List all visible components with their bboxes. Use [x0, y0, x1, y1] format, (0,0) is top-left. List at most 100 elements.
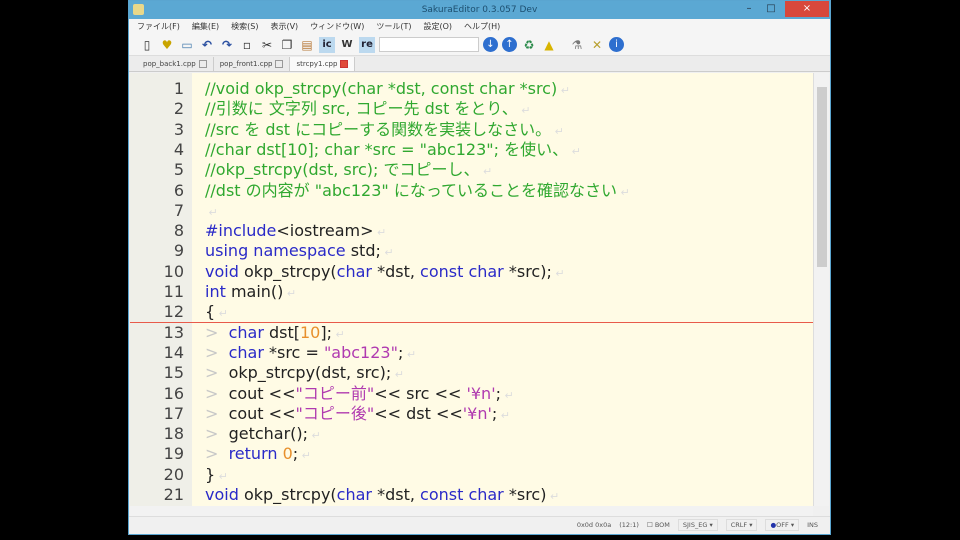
code-line[interactable]: 9 using namespace std; ↵	[130, 241, 813, 261]
token-plain: }	[205, 464, 216, 484]
eol-select[interactable]: CRLF ▾	[725, 519, 758, 531]
code-line[interactable]: 8 #include<iostream> ↵	[130, 221, 813, 241]
menu-file[interactable]: ファイル(F)	[137, 19, 180, 34]
line-number: 9	[173, 241, 184, 261]
search-input[interactable]	[379, 37, 479, 52]
code-line[interactable]: 14 > char *src = "abc123"; ↵	[130, 343, 813, 363]
token-kw: void	[205, 485, 239, 504]
redo-icon[interactable]: ↷	[219, 37, 235, 53]
code-line[interactable]: 5 //okp_strcpy(dst, src); でコピーし、 ↵	[130, 160, 813, 180]
whole-word-toggle[interactable]: W	[339, 37, 355, 53]
code-editor[interactable]: 1 //void okp_strcpy(char *dst, const char…	[130, 73, 813, 506]
menu-settings[interactable]: 設定(O)	[423, 19, 452, 34]
undo-icon[interactable]: ↶	[199, 37, 215, 53]
line-number: 15	[163, 363, 184, 383]
code-line[interactable]: 4 //char dst[10]; char *src = "abc123"; を…	[130, 140, 813, 160]
token-plain: *src)	[503, 485, 547, 504]
token-tab: >	[205, 383, 229, 403]
encoding-select[interactable]: SJIS_EG ▾	[677, 519, 718, 531]
bookmark-icon[interactable]: ▲	[541, 37, 557, 53]
code-line[interactable]: 7 ↵	[130, 201, 813, 221]
code-line[interactable]: 21 void okp_strcpy(char *dst, const char …	[130, 485, 813, 505]
eol-mark-icon: ↵	[500, 388, 514, 402]
regex-toggle[interactable]: re	[359, 36, 375, 53]
eol-mark-icon: ↵	[546, 490, 560, 503]
search-up-icon[interactable]: ↑	[502, 37, 517, 52]
ignore-case-toggle[interactable]: ic	[319, 36, 335, 53]
code-line[interactable]: 15 > okp_strcpy(dst, src); ↵	[130, 363, 813, 383]
token-tab: >	[205, 342, 229, 362]
code-line[interactable]: 20} ↵	[130, 465, 813, 485]
toolbar: ▯ ♥ ▭ ↶ ↷ ▫ ✂ ❐ ▤ ic W re ↓ ↑ ♻ ▲ ⚗ ✕ i	[129, 34, 830, 56]
code-line[interactable]: 17 > cout <<"コピー後"<< dst <<'¥n'; ↵	[130, 404, 813, 424]
cut-icon[interactable]: ✂	[259, 37, 275, 53]
cursor-position: (12:1)	[619, 521, 639, 529]
code-line[interactable]: 3 //src を dst にコピーする関数を実装しなさい。 ↵	[130, 120, 813, 140]
token-str: '¥n'	[462, 403, 492, 423]
scrollbar-thumb[interactable]	[817, 87, 827, 267]
menu-help[interactable]: ヘルプ(H)	[464, 19, 500, 34]
editor-window: SakuraEditor 0.3.057 Dev – □ × ファイル(F) 編…	[128, 0, 831, 535]
menu-bar: ファイル(F) 編集(E) 検索(S) 表示(V) ウィンドウ(W) ツール(T…	[129, 19, 830, 34]
code-line[interactable]: 13 > char dst[10]; ↵	[130, 323, 813, 343]
token-plain: << src <<	[374, 383, 467, 403]
horizontal-scrollbar[interactable]	[130, 506, 813, 516]
select-icon[interactable]: ▫	[239, 37, 255, 53]
new-file-icon[interactable]: ▯	[139, 37, 155, 53]
code-line[interactable]: 10 void okp_strcpy(char *dst, const char …	[130, 262, 813, 282]
eol-mark-icon: ↵	[551, 266, 565, 280]
code-line[interactable]: 12 { ↵	[130, 302, 813, 323]
eol-mark-icon: ↵	[551, 124, 564, 138]
copy-icon[interactable]: ❐	[279, 37, 295, 53]
settings-tools-icon[interactable]: ✕	[589, 37, 605, 53]
replace-icon[interactable]: ♻	[521, 37, 537, 53]
code-line[interactable]: 16 > cout <<"コピー前"<< src << '¥n'; ↵	[130, 384, 813, 404]
menu-window[interactable]: ウィンドウ(W)	[310, 19, 364, 34]
tab-strcpy1[interactable]: strcpy1.cpp	[290, 57, 356, 71]
save-icon[interactable]: ▭	[179, 37, 195, 53]
menu-edit[interactable]: 編集(E)	[192, 19, 219, 34]
bom-checkbox[interactable]: ☐ BOM	[647, 521, 670, 529]
eol-mark-icon: ↵	[517, 104, 531, 118]
tab-close-icon[interactable]	[340, 60, 349, 68]
tab-close-icon[interactable]	[198, 60, 207, 68]
minimize-button[interactable]: –	[739, 1, 759, 17]
token-kw: const char	[420, 261, 504, 281]
token-plain: ];	[320, 322, 332, 342]
token-plain: << dst <<	[374, 403, 463, 423]
paste-icon[interactable]: ▤	[299, 37, 315, 53]
eol-mark-icon: ↵	[380, 246, 394, 260]
line-number: 8	[173, 221, 184, 241]
open-file-icon[interactable]: ♥	[159, 37, 175, 53]
line-code: > cout <<"コピー前"<< src << '¥n'; ↵	[205, 384, 514, 406]
code-line[interactable]: 18 > getchar(); ↵	[130, 424, 813, 444]
token-plain: main()	[225, 282, 284, 301]
token-kw: const char	[420, 485, 504, 504]
code-line[interactable]: 1 //void okp_strcpy(char *dst, const char…	[130, 79, 813, 99]
search-down-icon[interactable]: ↓	[483, 37, 498, 52]
menu-tools[interactable]: ツール(T)	[376, 19, 411, 34]
title-bar[interactable]: SakuraEditor 0.3.057 Dev – □ ×	[129, 1, 830, 19]
code-line[interactable]: 19 > return 0; ↵	[130, 444, 813, 464]
info-icon[interactable]: i	[609, 37, 624, 52]
tab-close-icon[interactable]	[275, 60, 284, 68]
token-kw: char	[336, 261, 372, 281]
code-line[interactable]: 6 //dst の内容が "abc123" になっていることを確認なさい ↵	[130, 181, 813, 201]
tab-pop-back1[interactable]: pop_back1.cpp	[137, 57, 214, 71]
maximize-button[interactable]: □	[761, 1, 781, 17]
close-button[interactable]: ×	[785, 1, 829, 17]
token-str: "コピー後"	[295, 403, 375, 423]
compile-icon[interactable]: ⚗	[569, 37, 585, 53]
code-line[interactable]: 11 int main() ↵	[130, 282, 813, 302]
line-code: //引数に 文字列 src, コピー先 dst をとり、 ↵	[205, 99, 531, 121]
tab-bar: pop_back1.cpp pop_front1.cpp strcpy1.cpp	[129, 56, 830, 72]
menu-view[interactable]: 表示(V)	[270, 19, 298, 34]
line-number: 20	[163, 464, 184, 484]
line-code: //okp_strcpy(dst, src); でコピーし、 ↵	[205, 160, 492, 182]
menu-search[interactable]: 検索(S)	[231, 19, 258, 34]
token-plain: okp_strcpy(	[238, 261, 337, 281]
tab-pop-front1[interactable]: pop_front1.cpp	[214, 57, 291, 71]
ime-select[interactable]: ●OFF ▾	[765, 519, 800, 531]
code-line[interactable]: 2 //引数に 文字列 src, コピー先 dst をとり、 ↵	[130, 99, 813, 119]
vertical-scrollbar[interactable]	[813, 73, 829, 506]
